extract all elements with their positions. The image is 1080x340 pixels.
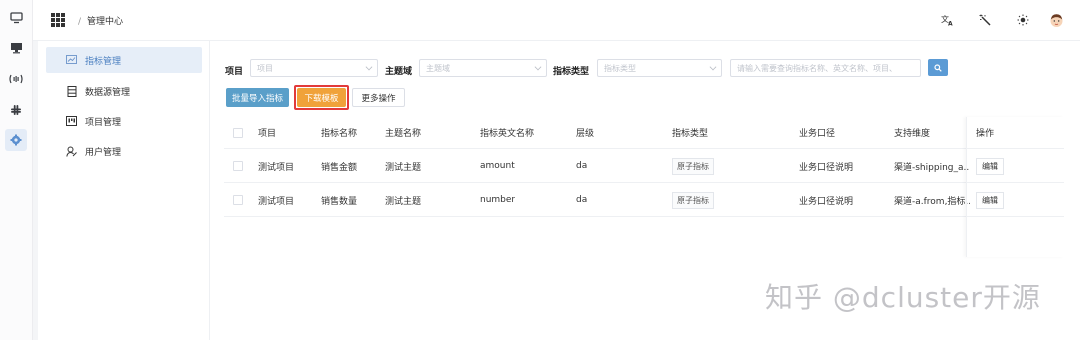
search-icon (934, 63, 942, 72)
breadcrumb-separator: / (78, 17, 82, 27)
domain-select[interactable]: 主题域 (419, 59, 547, 77)
sidebar-item-label: 数据源管理 (85, 87, 131, 98)
settings-icon[interactable] (5, 129, 27, 151)
operations-column (966, 117, 1064, 257)
avatar[interactable] (1048, 12, 1064, 28)
cell-name: 销售金额 (321, 162, 358, 173)
search-input[interactable]: 请输入需要查询指标名称、英文名称、项目、 (730, 59, 921, 77)
sidebar: 指标管理 数据源管理 项目管理 用户管理 (38, 41, 210, 340)
column-header: 指标英文名称 (480, 129, 535, 139)
column-header: 层级 (576, 129, 595, 139)
top-bar: / 管理中心 文A (33, 0, 1080, 41)
cell-caliber: 业务口径说明 (799, 196, 854, 207)
column-header: 支持维度 (894, 129, 931, 139)
project-icon (66, 116, 77, 127)
type-select-placeholder: 指标类型 (604, 64, 636, 73)
sidebar-item-datasource[interactable]: 数据源管理 (46, 78, 202, 104)
sidebar-item-users[interactable]: 用户管理 (46, 138, 202, 164)
type-tag: 原子指标 (672, 191, 714, 209)
desktop-icon[interactable] (5, 37, 27, 59)
cell-level: da (576, 195, 588, 205)
chart-icon (66, 55, 77, 66)
sun-icon[interactable] (1015, 12, 1031, 28)
project-select[interactable]: 项目 (250, 59, 378, 77)
monitor-icon[interactable] (5, 7, 27, 29)
project-select-placeholder: 项目 (257, 64, 273, 73)
highlight-box (294, 85, 349, 110)
domain-select-placeholder: 主题域 (426, 64, 450, 73)
translate-icon[interactable]: 文A (939, 12, 955, 28)
svg-text:A: A (948, 21, 953, 27)
user-icon (66, 146, 77, 157)
cell-topic: 测试主题 (385, 162, 422, 173)
database-icon (66, 85, 77, 97)
select-all-checkbox[interactable] (233, 127, 243, 138)
project-filter-label: 项目 (225, 67, 244, 77)
table-row[interactable]: 测试项目 销售金额 测试主题 amount da 原子指标 业务口径说明 渠道-… (224, 150, 1064, 183)
sidebar-item-metrics[interactable]: 指标管理 (46, 47, 202, 73)
sidebar-item-label: 用户管理 (85, 147, 122, 158)
watermark-text: 知乎 @dcluster开源 (765, 281, 1041, 314)
magic-wand-icon[interactable] (977, 12, 993, 28)
slack-icon[interactable] (5, 99, 27, 121)
column-header: 指标名称 (321, 129, 358, 139)
search-placeholder: 请输入需要查询指标名称、英文名称、项目、 (737, 64, 897, 73)
sidebar-item-projects[interactable]: 项目管理 (46, 108, 202, 134)
chevron-down-icon (534, 63, 542, 71)
broadcast-icon[interactable] (5, 68, 27, 90)
cell-en-name: number (480, 195, 516, 205)
table-row[interactable]: 测试项目 销售数量 测试主题 number da 原子指标 业务口径说明 渠道-… (224, 184, 1064, 217)
apps-grid-icon[interactable] (51, 13, 65, 27)
domain-filter-label: 主题域 (385, 67, 413, 77)
cell-dims: 渠道-a.from,指标... (894, 196, 970, 207)
more-actions-button[interactable]: 更多操作 (352, 88, 405, 107)
type-select[interactable]: 指标类型 (597, 59, 722, 77)
cell-project: 测试项目 (258, 162, 295, 173)
cell-caliber: 业务口径说明 (799, 162, 854, 173)
table-header: 项目 指标名称 主题名称 指标英文名称 层级 指标类型 业务口径 支持维度 操作 (224, 117, 1064, 149)
column-header: 项目 (258, 129, 277, 139)
row-checkbox[interactable] (233, 161, 243, 171)
column-header: 业务口径 (799, 129, 836, 139)
batch-import-button[interactable]: 批量导入指标 (226, 88, 289, 107)
breadcrumb: / 管理中心 (78, 14, 123, 27)
cell-dims: 渠道-shipping_a... (894, 162, 970, 173)
cell-en-name: amount (480, 161, 515, 171)
icon-rail (0, 0, 33, 340)
search-button[interactable] (928, 59, 948, 76)
cell-level: da (576, 161, 588, 171)
sidebar-item-label: 指标管理 (85, 56, 122, 67)
cell-name: 销售数量 (321, 196, 358, 207)
type-filter-label: 指标类型 (553, 67, 590, 77)
type-tag: 原子指标 (672, 157, 714, 175)
column-header: 指标类型 (672, 129, 709, 139)
cell-project: 测试项目 (258, 196, 295, 207)
breadcrumb-current[interactable]: 管理中心 (87, 17, 123, 27)
sidebar-item-label: 项目管理 (85, 117, 122, 128)
chevron-down-icon (709, 63, 717, 71)
chevron-down-icon (365, 63, 373, 71)
row-checkbox[interactable] (233, 195, 243, 205)
column-header: 主题名称 (385, 129, 422, 139)
cell-topic: 测试主题 (385, 196, 422, 207)
